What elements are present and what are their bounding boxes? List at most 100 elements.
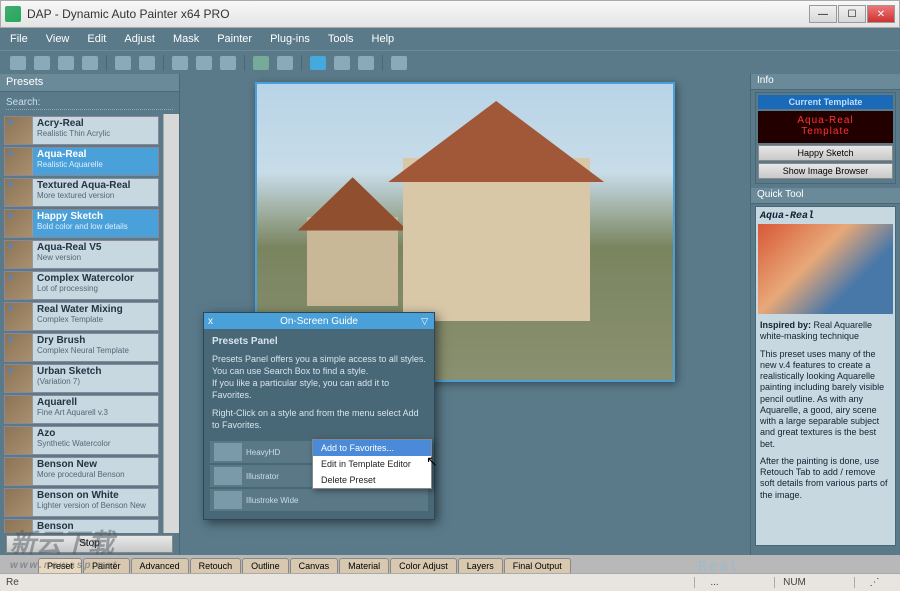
tab-retouch[interactable]: Retouch bbox=[190, 558, 242, 573]
crop-icon[interactable] bbox=[172, 56, 188, 70]
preset-item[interactable]: Acry-Real Realistic Thin Acrylic bbox=[4, 116, 159, 145]
search-input[interactable]: Search: bbox=[6, 96, 173, 110]
preset-sub: Fine Art Aquarell v.3 bbox=[37, 408, 154, 417]
camera-icon[interactable] bbox=[58, 56, 74, 70]
preset-sub: (Variation 7) bbox=[37, 377, 154, 386]
preset-thumb bbox=[5, 210, 33, 237]
context-menu: Add to Favorites... Edit in Template Edi… bbox=[312, 439, 432, 489]
tab-coloradjust[interactable]: Color Adjust bbox=[390, 558, 457, 573]
preset-thumbnail bbox=[758, 224, 893, 314]
preset-item[interactable]: Aqua-Real Realistic Aquarelle bbox=[4, 147, 159, 176]
preset-sub: More textured version bbox=[37, 191, 154, 200]
separator bbox=[301, 55, 302, 71]
preset-item[interactable]: Benson New More procedural Benson bbox=[4, 457, 159, 486]
rotate-icon[interactable] bbox=[196, 56, 212, 70]
redo-icon[interactable] bbox=[139, 56, 155, 70]
preset-description: Inspired by: Real Aquarelle white-maskin… bbox=[758, 318, 893, 509]
undo-icon[interactable] bbox=[115, 56, 131, 70]
sample-row[interactable]: Illustroke Wide bbox=[210, 489, 428, 511]
tab-material[interactable]: Material bbox=[339, 558, 389, 573]
show-browser-button[interactable]: Show Image Browser bbox=[758, 163, 893, 179]
template-display: Aqua-RealTemplate bbox=[758, 111, 893, 143]
preset-name: Aqua-Real V5 bbox=[37, 242, 154, 253]
quicktool-box: Aqua-Real Inspired by: Real Aquarelle wh… bbox=[755, 206, 896, 546]
menu-file[interactable]: File bbox=[10, 33, 28, 45]
preset-name: Dry Brush bbox=[37, 335, 154, 346]
wand-icon[interactable] bbox=[391, 56, 407, 70]
stop-icon[interactable] bbox=[277, 56, 293, 70]
menu-edit[interactable]: Edit bbox=[87, 33, 106, 45]
close-button[interactable]: ✕ bbox=[867, 5, 895, 23]
save-icon[interactable] bbox=[34, 56, 50, 70]
preset-thumb bbox=[5, 334, 33, 361]
guide-close-icon[interactable]: x bbox=[208, 316, 213, 327]
preset-thumb bbox=[5, 117, 33, 144]
preset-item[interactable]: Real Water Mixing Complex Template bbox=[4, 302, 159, 331]
menu-adjust[interactable]: Adjust bbox=[124, 33, 155, 45]
ctx-delete-preset[interactable]: Delete Preset bbox=[313, 472, 431, 488]
tab-layers[interactable]: Layers bbox=[458, 558, 503, 573]
preset-name: Happy Sketch bbox=[37, 211, 154, 222]
presets-list: Acry-Real Realistic Thin Acrylic Aqua-Re… bbox=[0, 114, 163, 533]
separator bbox=[244, 55, 245, 71]
tab-outline[interactable]: Outline bbox=[242, 558, 289, 573]
preset-item[interactable]: Benson Sunny Mediterranean v.4 bbox=[4, 519, 159, 533]
preset-name: Benson bbox=[37, 521, 154, 532]
preset-sub: Lighter version of Benson New bbox=[37, 501, 154, 510]
preset-name: Real Water Mixing bbox=[37, 304, 154, 315]
right-sidebar: Info Current Template Aqua-RealTemplate … bbox=[750, 74, 900, 555]
guide-header[interactable]: x On-Screen Guide ▽ bbox=[204, 313, 434, 329]
refresh-icon[interactable] bbox=[82, 56, 98, 70]
canvas-watermark: Real bbox=[698, 559, 740, 575]
preset-sub: Complex Neural Template bbox=[37, 346, 154, 355]
status-ready: Re bbox=[6, 577, 694, 588]
menu-plugins[interactable]: Plug-ins bbox=[270, 33, 310, 45]
open-icon[interactable] bbox=[10, 56, 26, 70]
happy-sketch-button[interactable]: Happy Sketch bbox=[758, 145, 893, 161]
preset-item[interactable]: Happy Sketch Bold color and low details bbox=[4, 209, 159, 238]
stop-button[interactable]: Stop bbox=[6, 535, 173, 553]
preset-item[interactable]: Complex Watercolor Lot of processing bbox=[4, 271, 159, 300]
preset-item[interactable]: Dry Brush Complex Neural Template bbox=[4, 333, 159, 362]
tab-advanced[interactable]: Advanced bbox=[131, 558, 189, 573]
preset-item[interactable]: Urban Sketch (Variation 7) bbox=[4, 364, 159, 393]
preset-thumb bbox=[5, 365, 33, 392]
preset-item[interactable]: Aquarell Fine Art Aquarell v.3 bbox=[4, 395, 159, 424]
resize-grip-icon[interactable]: ⋰ bbox=[854, 577, 894, 588]
ctx-add-favorites[interactable]: Add to Favorites... bbox=[313, 440, 431, 456]
tab-preset[interactable]: Preset bbox=[38, 558, 82, 573]
preset-name: Benson New bbox=[37, 459, 154, 470]
monitor-icon[interactable] bbox=[358, 56, 374, 70]
menu-painter[interactable]: Painter bbox=[217, 33, 252, 45]
preset-name: Acry-Real bbox=[37, 118, 154, 129]
preset-item[interactable]: Aqua-Real V5 New version bbox=[4, 240, 159, 269]
maximize-button[interactable]: ☐ bbox=[838, 5, 866, 23]
minimize-button[interactable]: — bbox=[809, 5, 837, 23]
guide-toggle-icon[interactable]: ▽ bbox=[421, 316, 428, 327]
current-template-label: Current Template bbox=[758, 95, 893, 109]
app-icon bbox=[5, 6, 21, 22]
flip-icon[interactable] bbox=[220, 56, 236, 70]
preset-item[interactable]: Azo Synthetic Watercolor bbox=[4, 426, 159, 455]
status-cell: ... bbox=[694, 577, 734, 588]
menu-view[interactable]: View bbox=[46, 33, 70, 45]
preset-item[interactable]: Benson on White Lighter version of Benso… bbox=[4, 488, 159, 517]
scrollbar[interactable] bbox=[163, 114, 179, 533]
preset-thumb bbox=[5, 241, 33, 268]
zoom-icon[interactable] bbox=[310, 56, 326, 70]
ctx-edit-template[interactable]: Edit in Template Editor bbox=[313, 456, 431, 472]
window-title: DAP - Dynamic Auto Painter x64 PRO bbox=[27, 7, 809, 21]
tab-finaloutput[interactable]: Final Output bbox=[504, 558, 571, 573]
play-icon[interactable] bbox=[253, 56, 269, 70]
preset-item[interactable]: Textured Aqua-Real More textured version bbox=[4, 178, 159, 207]
preset-sub: Bold color and low details bbox=[37, 222, 154, 231]
cloud-icon[interactable] bbox=[334, 56, 350, 70]
menu-tools[interactable]: Tools bbox=[328, 33, 354, 45]
tab-painter[interactable]: Painter bbox=[83, 558, 130, 573]
guide-body: Presets Panel Presets Panel offers you a… bbox=[204, 329, 434, 437]
menu-mask[interactable]: Mask bbox=[173, 33, 199, 45]
status-bar: Re ... NUM ⋰ bbox=[0, 573, 900, 591]
menu-help[interactable]: Help bbox=[372, 33, 395, 45]
tab-canvas[interactable]: Canvas bbox=[290, 558, 339, 573]
preset-name: Aqua-Real bbox=[37, 149, 154, 160]
